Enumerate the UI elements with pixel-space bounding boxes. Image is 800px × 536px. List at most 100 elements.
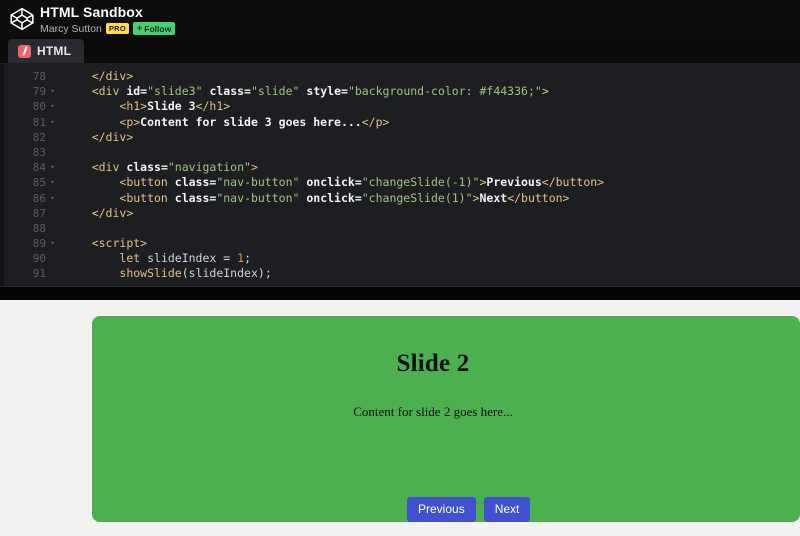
code-token: "navigation" bbox=[167, 160, 251, 175]
code-content[interactable]: </div> <div id="slide3" class="slide" st… bbox=[60, 64, 800, 286]
code-line: <button class="nav-button" onclick="chan… bbox=[64, 175, 800, 190]
code-line: </div> bbox=[64, 206, 800, 221]
code-token: <h1> bbox=[119, 99, 148, 114]
code-token: "slide" bbox=[250, 84, 300, 99]
code-token: "nav-button" bbox=[216, 190, 300, 205]
code-token: Slide 3 bbox=[147, 99, 196, 114]
code-token: "slide3" bbox=[147, 84, 203, 99]
previous-button[interactable]: Previous bbox=[407, 497, 476, 522]
fold-caret-icon[interactable]: ▾ bbox=[49, 118, 56, 126]
code-token: ); bbox=[257, 266, 272, 281]
code-token: Content for slide 3 goes here... bbox=[140, 114, 362, 129]
code-line: <div id="slide3" class="slide" style="ba… bbox=[64, 84, 800, 99]
author-link[interactable]: Marcy Sutton bbox=[40, 23, 102, 35]
fold-caret-icon[interactable]: ▾ bbox=[49, 103, 56, 110]
line-number: 89 ▾ bbox=[32, 237, 56, 251]
follow-button[interactable]: + Follow bbox=[133, 22, 176, 35]
code-token: > bbox=[250, 160, 258, 175]
line-number: 78▾ bbox=[32, 70, 46, 83]
editor-tabs-row: HTML bbox=[0, 38, 800, 64]
fold-caret-icon[interactable]: ▾ bbox=[49, 164, 56, 171]
line-number: 86 ▾ bbox=[32, 191, 56, 205]
code-token: id= bbox=[126, 84, 148, 99]
pen-header: HTML Sandbox Marcy Sutton PRO + Follow bbox=[0, 0, 800, 38]
code-token: </button> bbox=[507, 190, 570, 205]
code-token: "nav-button" bbox=[216, 175, 300, 190]
code-token: </div> bbox=[91, 205, 134, 220]
fold-caret-icon[interactable]: ▾ bbox=[49, 240, 56, 247]
code-token: showSlide bbox=[119, 266, 182, 281]
code-token: let bbox=[119, 251, 148, 266]
fold-caret-icon[interactable]: ▾ bbox=[49, 88, 56, 95]
page-title: HTML Sandbox bbox=[40, 4, 143, 20]
code-token: class= bbox=[174, 190, 217, 205]
code-token: <p> bbox=[119, 114, 141, 129]
preview-pane: Slide 2 Content for slide 2 goes here...… bbox=[0, 300, 800, 536]
slide-body-text: Content for slide 2 goes here... bbox=[353, 404, 513, 419]
code-token: "changeSlide(1)" bbox=[361, 190, 473, 205]
preview-slide: Slide 2 Content for slide 2 goes here... bbox=[92, 316, 800, 522]
code-token: "background-color: #f44336;" bbox=[347, 84, 542, 99]
code-line: </div> bbox=[64, 69, 800, 84]
next-button[interactable]: Next bbox=[483, 497, 531, 522]
code-token: class= bbox=[209, 84, 251, 99]
code-line: <script> bbox=[64, 236, 800, 251]
code-editor-pane[interactable]: 78▾ 79▾80▾81▾82▾83▾ 84▾85▾86▾87▾88▾ 89▾90▾9… bbox=[0, 64, 800, 286]
line-number: 91▾ bbox=[32, 267, 46, 281]
code-token: slideIndex bbox=[188, 266, 258, 281]
pro-badge: PRO bbox=[105, 23, 130, 34]
slide-navigation: Previous Next bbox=[407, 497, 531, 522]
code-line: <p>Content for slide 3 goes here...</p> bbox=[64, 115, 800, 130]
codepen-logo-icon[interactable] bbox=[4, 1, 40, 37]
line-number: 90▾ bbox=[32, 252, 46, 266]
code-token: </div> bbox=[91, 129, 134, 144]
slide-title: Slide 2 bbox=[396, 350, 470, 377]
code-line: let slideIndex = 1; bbox=[64, 251, 800, 266]
code-line: showSlide(slideIndex); bbox=[64, 266, 800, 281]
code-token: </div> bbox=[91, 69, 134, 83]
code-token: Previous bbox=[486, 175, 542, 190]
code-line: <h1>Slide 3</h1> bbox=[64, 99, 800, 114]
byline: Marcy Sutton PRO + Follow bbox=[40, 22, 176, 35]
line-number: 87▾ bbox=[32, 206, 46, 220]
code-token: ( bbox=[181, 266, 189, 281]
tab-html[interactable]: HTML bbox=[8, 39, 85, 63]
code-token: </button> bbox=[541, 175, 605, 190]
tab-html-label: HTML bbox=[37, 44, 72, 58]
code-token: <script> bbox=[91, 236, 148, 251]
pane-resize-divider[interactable] bbox=[0, 286, 800, 300]
code-token: <div bbox=[91, 160, 127, 175]
code-token: ; bbox=[244, 251, 251, 266]
code-token: onclick= bbox=[306, 175, 362, 190]
line-number: 83▾ bbox=[32, 145, 46, 159]
code-line: <div class="navigation"> bbox=[64, 160, 800, 175]
line-number: 82▾ bbox=[32, 130, 46, 144]
code-line: <button class="nav-button" onclick="chan… bbox=[64, 191, 800, 206]
line-number: 88▾ bbox=[32, 221, 46, 235]
line-number: 84 ▾ bbox=[32, 161, 56, 175]
plus-icon: + bbox=[137, 23, 143, 33]
fold-caret-icon[interactable]: ▾ bbox=[49, 194, 56, 202]
code-token: </p> bbox=[361, 114, 390, 129]
code-line: </div> bbox=[64, 130, 800, 145]
code-token: > bbox=[541, 84, 549, 99]
code-token: Next bbox=[479, 190, 508, 205]
code-token: style= bbox=[306, 84, 348, 99]
line-number: 79 ▾ bbox=[32, 85, 56, 99]
code-token: slideIndex bbox=[147, 251, 217, 266]
line-number: 80 ▾ bbox=[32, 100, 56, 114]
fold-caret-icon[interactable]: ▾ bbox=[49, 179, 56, 186]
